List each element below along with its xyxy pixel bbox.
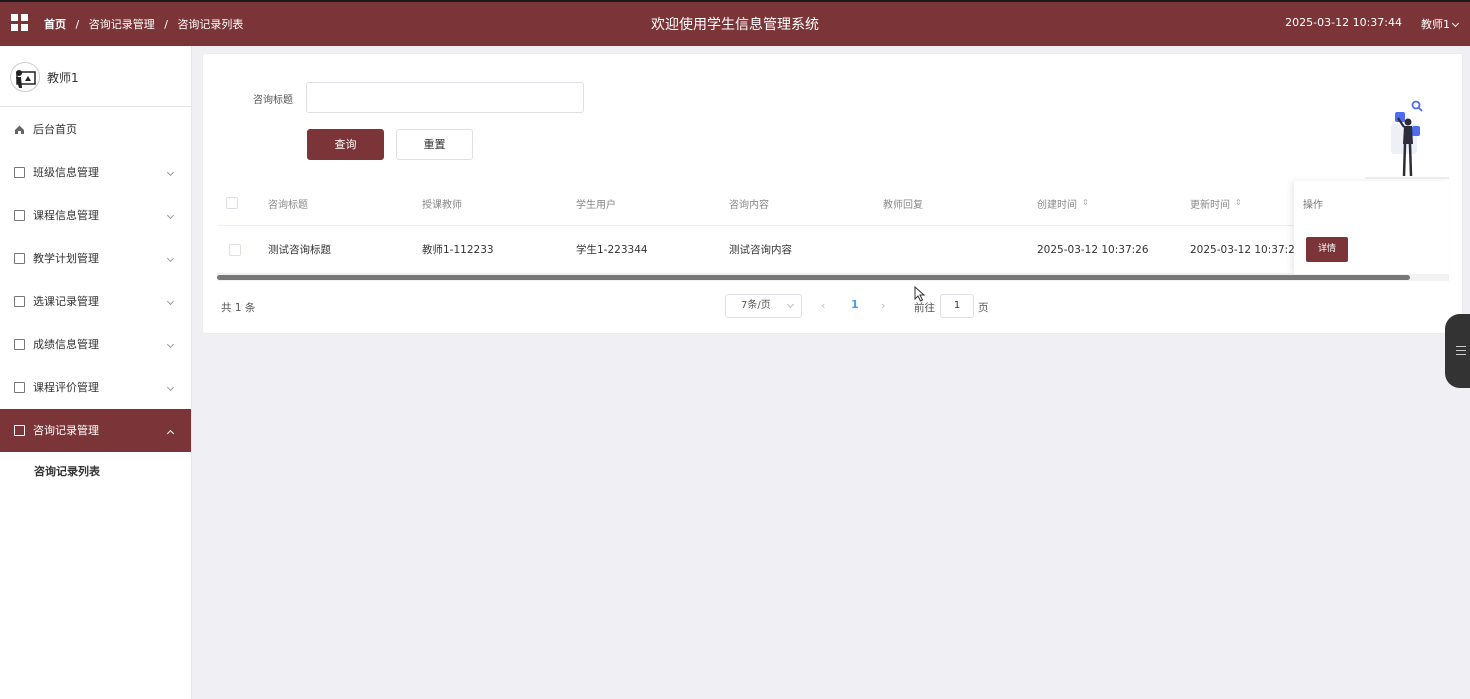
list-icon (1456, 346, 1466, 358)
sidebar-item-course-evaluation[interactable]: 课程评价管理 (0, 366, 191, 409)
sidebar-item-label: 后台首页 (33, 123, 77, 136)
mouse-cursor-icon (914, 286, 926, 302)
sidebar-item-course-info[interactable]: 课程信息管理 (0, 194, 191, 237)
sidebar-item-teaching-plan[interactable]: 教学计划管理 (0, 237, 191, 280)
col-reply: 教师回复 (883, 199, 923, 211)
document-icon (14, 167, 25, 178)
chevron-down-icon (166, 168, 175, 177)
profile: 教师1 (0, 46, 191, 107)
content-panel: 咨询标题 查询 重置 咨询标题 授课教师 学生用户 咨询内容 教师回复 创建时间… (202, 53, 1463, 334)
scrollbar-thumb[interactable] (217, 275, 1410, 280)
sidebar-item-home[interactable]: 后台首页 (0, 108, 191, 151)
prev-page-button[interactable]: ‹ (821, 299, 825, 312)
sort-icon[interactable]: ⇕ (1082, 199, 1089, 207)
col-title: 咨询标题 (268, 199, 308, 211)
col-content: 咨询内容 (729, 199, 769, 211)
sort-icon[interactable]: ⇕ (1235, 199, 1242, 207)
col-created[interactable]: 创建时间 ⇕ (1037, 181, 1089, 225)
sidebar-item-course-selection[interactable]: 选课记录管理 (0, 280, 191, 323)
page-size-select[interactable]: 7条/页 (725, 294, 802, 318)
goto-suffix: 页 (978, 302, 989, 314)
sidebar-item-label: 教学计划管理 (33, 252, 99, 265)
detail-button[interactable]: 详情 (1306, 237, 1348, 262)
chevron-up-icon (166, 429, 175, 438)
person-illustration-icon (1365, 100, 1449, 179)
sidebar-item-label: 咨询记录管理 (33, 424, 99, 437)
document-icon (14, 382, 25, 393)
floating-side-handle[interactable] (1445, 314, 1470, 388)
col-student: 学生用户 (576, 199, 616, 211)
breadcrumb-consult-list: 咨询记录列表 (177, 18, 244, 31)
col-updated[interactable]: 更新时间 ⇕ (1190, 181, 1242, 225)
chevron-down-icon (166, 383, 175, 392)
document-icon (14, 296, 25, 307)
query-button[interactable]: 查询 (307, 129, 384, 160)
sidebar-item-label: 成绩信息管理 (33, 338, 99, 351)
breadcrumb-home[interactable]: 首页 (44, 18, 66, 31)
sidebar-item-label: 班级信息管理 (33, 166, 99, 179)
col-teacher: 授课教师 (422, 199, 462, 211)
total-count: 共 1 条 (221, 302, 256, 314)
document-icon (14, 253, 25, 264)
avatar (10, 62, 40, 92)
reset-button[interactable]: 重置 (396, 129, 473, 160)
chevron-down-icon (166, 254, 175, 263)
horizontal-scrollbar[interactable] (217, 274, 1449, 281)
cell-teacher: 教师1-112233 (422, 244, 494, 256)
fixed-action-column: 操作 详情 (1294, 181, 1449, 274)
page-number[interactable]: 1 (851, 298, 859, 311)
sidebar-item-label: 选课记录管理 (33, 295, 99, 308)
chevron-down-icon (786, 300, 795, 309)
cell-content: 测试咨询内容 (729, 244, 792, 256)
chevron-down-icon (166, 340, 175, 349)
user-name: 教师1 (1421, 18, 1450, 31)
sidebar-item-grades[interactable]: 成绩信息管理 (0, 323, 191, 366)
search-label: 咨询标题 (253, 95, 293, 106)
grid-menu-icon[interactable] (11, 14, 28, 31)
table-header: 咨询标题 授课教师 学生用户 咨询内容 教师回复 创建时间 ⇕ 更新时间 ⇕ (217, 181, 1449, 226)
breadcrumb: 首页 / 咨询记录管理 / 咨询记录列表 (44, 18, 244, 31)
top-bar: 首页 / 咨询记录管理 / 咨询记录列表 欢迎使用学生信息管理系统 2025-0… (0, 0, 1470, 46)
select-all-checkbox[interactable] (226, 197, 238, 209)
row-checkbox[interactable] (229, 243, 241, 256)
table-row: 测试咨询标题 教师1-112233 学生1-223344 测试咨询内容 2025… (217, 226, 1449, 274)
consult-table: 咨询标题 授课教师 学生用户 咨询内容 教师回复 创建时间 ⇕ 更新时间 ⇕ 测试咨… (217, 181, 1449, 274)
col-action: 操作 (1303, 200, 1323, 211)
sidebar: 教师1 后台首页 班级信息管理 课程信息管理 教学计划管理 选课记录管理 成绩信… (0, 46, 192, 699)
submenu-item-consult-list[interactable]: 咨询记录列表 (0, 452, 191, 492)
cell-created: 2025-03-12 10:37:26 (1037, 243, 1149, 256)
user-menu[interactable]: 教师1 (1421, 16, 1460, 32)
document-icon (14, 425, 25, 436)
sidebar-item-class-info[interactable]: 班级信息管理 (0, 151, 191, 194)
goto-page-input[interactable]: 1 (940, 294, 974, 318)
sidebar-item-label: 课程信息管理 (33, 209, 99, 222)
document-icon (14, 210, 25, 221)
chevron-down-icon (166, 211, 175, 220)
sidebar-item-label: 课程评价管理 (33, 381, 99, 394)
home-icon (15, 125, 24, 134)
cell-updated: 2025-03-12 10:37:26 (1190, 243, 1302, 256)
chevron-down-icon (1451, 19, 1460, 28)
chevron-down-icon (166, 297, 175, 306)
next-page-button[interactable]: › (881, 299, 885, 312)
cell-student: 学生1-223344 (576, 244, 648, 256)
breadcrumb-consult-manage[interactable]: 咨询记录管理 (89, 18, 155, 31)
cell-title: 测试咨询标题 (268, 244, 331, 256)
goto-label: 前往 (914, 302, 935, 314)
search-title-input[interactable] (306, 82, 584, 113)
datetime: 2025-03-12 10:37:44 (1285, 16, 1402, 29)
sidebar-item-consult-records[interactable]: 咨询记录管理 (0, 409, 191, 452)
profile-name: 教师1 (47, 71, 79, 85)
document-icon (14, 339, 25, 350)
